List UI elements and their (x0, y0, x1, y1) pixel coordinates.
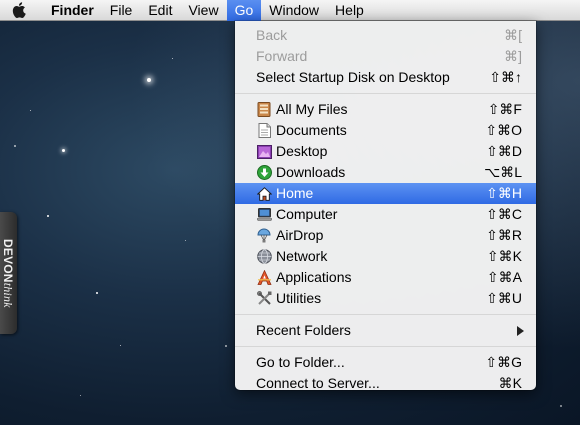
menu-go[interactable]: Go (226, 0, 262, 21)
menu-item-shortcut: ⌘[ (504, 27, 522, 43)
star (560, 405, 562, 407)
star (47, 215, 49, 217)
menu-item-computer[interactable]: Computer ⇧⌘C (235, 204, 536, 225)
star (30, 110, 31, 111)
menu-item-back[interactable]: Back ⌘[ (235, 25, 536, 46)
menu-item-label: Applications (276, 269, 352, 285)
go-menu-dropdown: Back ⌘[ Forward ⌘] Select Startup Disk o… (235, 21, 536, 391)
desktop-background: Finder File Edit View Go Window Help Bac… (0, 0, 580, 425)
menu-item-shortcut: ⇧⌘C (486, 206, 522, 222)
utilities-icon (256, 291, 272, 307)
menu-item-applications[interactable]: Applications ⇧⌘A (235, 267, 536, 288)
menu-item-label: Back (256, 27, 288, 43)
star (80, 395, 81, 396)
devonthink-brand-bold: DEVON (1, 239, 15, 283)
menu-bar: Finder File Edit View Go Window Help (0, 0, 580, 21)
devonthink-brand-italic: think (1, 282, 15, 308)
menu-finder[interactable]: Finder (43, 0, 102, 21)
menu-item-airdrop[interactable]: AirDrop ⇧⌘R (235, 225, 536, 246)
star (225, 345, 227, 347)
applications-icon (256, 270, 272, 286)
star (96, 292, 98, 294)
apple-logo-icon[interactable] (11, 2, 27, 18)
menu-item-all-my-files[interactable]: All My Files ⇧⌘F (235, 99, 536, 120)
submenu-arrow-icon (517, 326, 524, 336)
desktop-icon (256, 144, 272, 160)
menu-item-label: AirDrop (276, 227, 324, 243)
menu-item-shortcut: ⇧⌘G (485, 354, 522, 370)
downloads-icon (256, 165, 272, 181)
star (62, 149, 65, 152)
menu-item-documents[interactable]: Documents ⇧⌘O (235, 120, 536, 141)
menu-edit[interactable]: Edit (140, 0, 180, 21)
menu-item-label: All My Files (276, 101, 348, 117)
star (172, 58, 173, 59)
menu-item-shortcut: ⇧⌘O (485, 122, 522, 138)
star (185, 240, 186, 241)
devonthink-sorter-tab[interactable]: DEVONthink (0, 212, 17, 334)
menu-separator (235, 346, 536, 347)
menu-item-shortcut: ⇧⌘R (486, 227, 522, 243)
menu-item-shortcut: ⌘] (504, 48, 522, 64)
menu-window[interactable]: Window (261, 0, 327, 21)
menu-item-label: Select Startup Disk on Desktop (256, 69, 450, 85)
menu-item-shortcut: ⇧⌘K (486, 248, 522, 264)
menu-item-label: Go to Folder... (256, 354, 345, 370)
menu-item-forward[interactable]: Forward ⌘] (235, 46, 536, 67)
menu-item-connect-to-server[interactable]: Connect to Server... ⌘K (235, 373, 536, 394)
menu-item-utilities[interactable]: Utilities ⇧⌘U (235, 288, 536, 309)
menu-item-shortcut: ⇧⌘D (486, 143, 522, 159)
documents-icon (256, 123, 272, 139)
menu-item-shortcut: ⇧⌘U (486, 290, 522, 306)
menu-item-shortcut: ⇧⌘A (486, 269, 522, 285)
all-my-files-icon (256, 102, 272, 118)
star (120, 345, 121, 346)
menu-item-label: Forward (256, 48, 308, 64)
menu-item-shortcut: ⇧⌘F (487, 101, 522, 117)
menu-item-shortcut: ⇧⌘↑ (489, 69, 522, 85)
menu-item-go-to-folder[interactable]: Go to Folder... ⇧⌘G (235, 352, 536, 373)
network-icon (256, 249, 272, 265)
menu-item-shortcut: ⇧⌘H (486, 185, 522, 201)
menu-item-label: Computer (276, 206, 338, 222)
menu-item-desktop[interactable]: Desktop ⇧⌘D (235, 141, 536, 162)
menu-item-label: Connect to Server... (256, 375, 380, 391)
menu-item-shortcut: ⌥⌘L (484, 164, 522, 180)
menu-item-label: Network (276, 248, 328, 264)
menu-item-label: Utilities (276, 290, 322, 306)
menu-item-select-startup-disk[interactable]: Select Startup Disk on Desktop ⇧⌘↑ (235, 67, 536, 88)
devonthink-logo: DEVONthink (0, 239, 15, 308)
airdrop-icon (256, 228, 272, 244)
computer-icon (256, 207, 272, 223)
menu-item-home[interactable]: Home ⇧⌘H (235, 183, 536, 204)
home-icon (256, 186, 272, 202)
menu-file[interactable]: File (102, 0, 141, 21)
star (147, 78, 151, 82)
menu-help[interactable]: Help (327, 0, 372, 21)
menu-item-label: Recent Folders (256, 322, 351, 338)
menu-item-network[interactable]: Network ⇧⌘K (235, 246, 536, 267)
menu-separator (235, 93, 536, 94)
menu-item-recent-folders[interactable]: Recent Folders (235, 320, 536, 341)
menu-item-downloads[interactable]: Downloads ⌥⌘L (235, 162, 536, 183)
menu-item-label: Desktop (276, 143, 328, 159)
menu-item-shortcut: ⌘K (498, 375, 522, 391)
menu-view[interactable]: View (180, 0, 226, 21)
menu-item-label: Home (276, 185, 314, 201)
star (14, 145, 16, 147)
menu-separator (235, 314, 536, 315)
